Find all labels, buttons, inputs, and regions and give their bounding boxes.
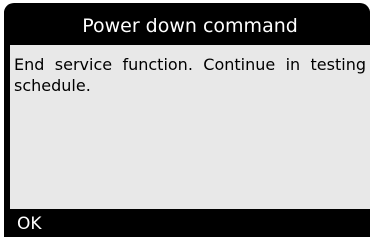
dialog-title: Power down command — [10, 9, 370, 43]
ok-button[interactable]: OK — [17, 211, 42, 237]
device-screen: Power down command End service function.… — [4, 3, 370, 237]
dialog-message: End service function. Continue in testin… — [10, 45, 370, 209]
dialog-button-bar: OK — [10, 211, 370, 237]
